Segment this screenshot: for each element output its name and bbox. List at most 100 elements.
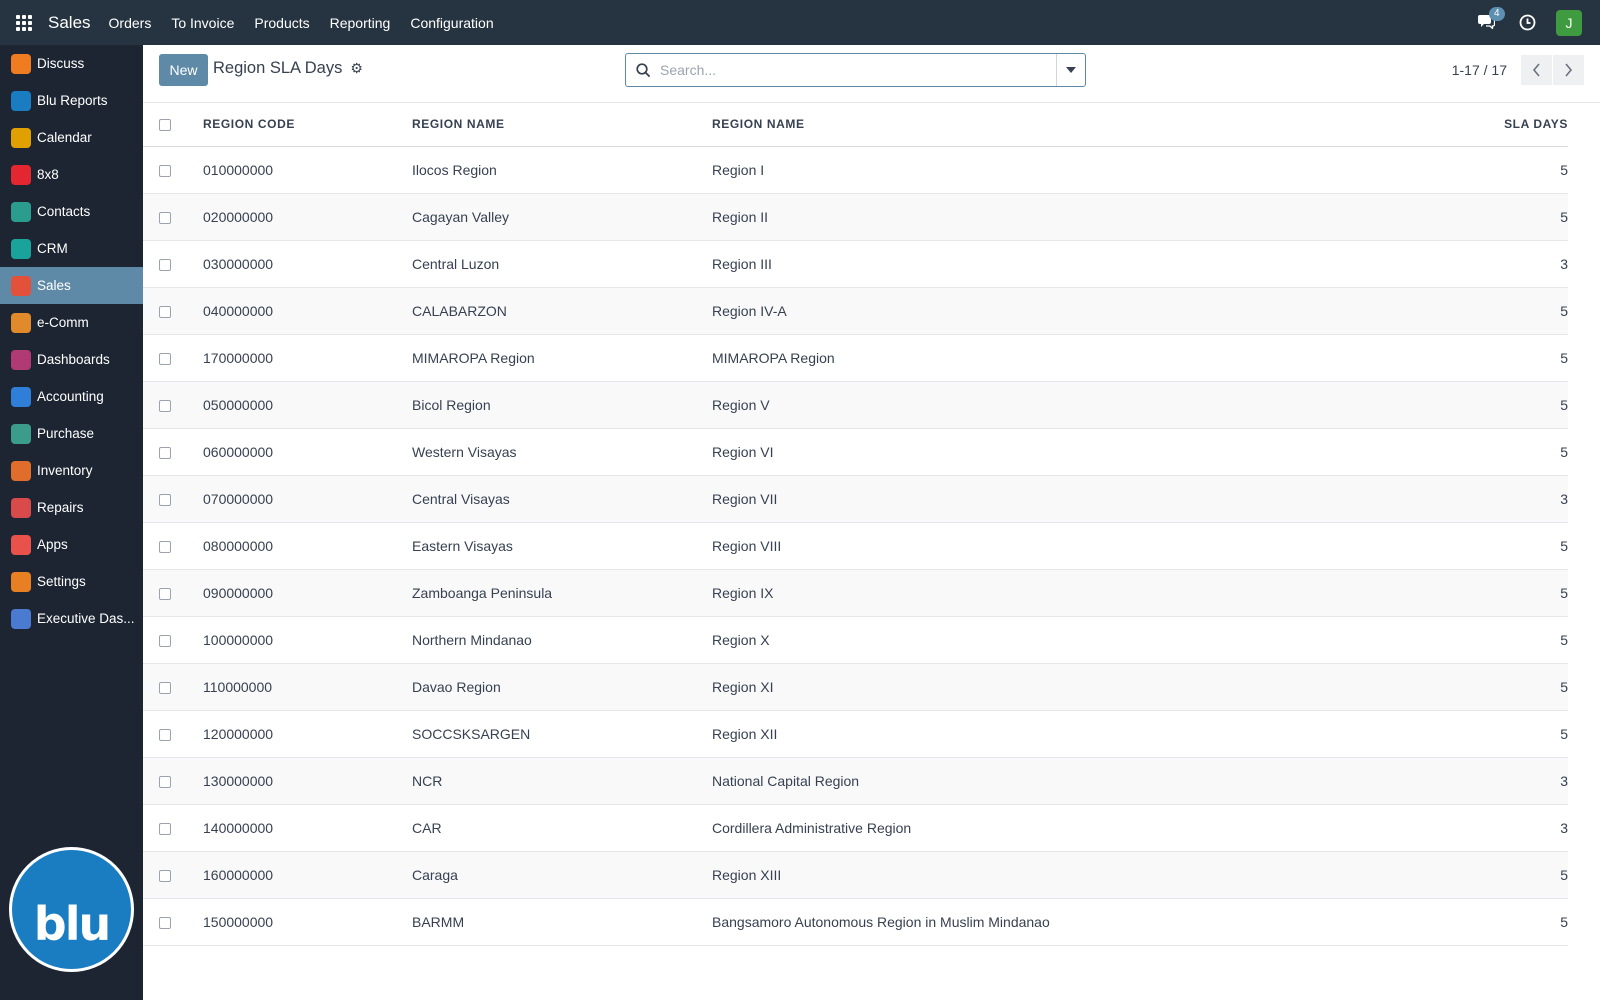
cell-region-code[interactable]: 130000000 — [187, 757, 412, 805]
row-checkbox[interactable] — [159, 399, 171, 412]
cell-region-name-2[interactable]: Region X — [712, 616, 1312, 664]
cell-region-name-2[interactable]: Region XIII — [712, 851, 1312, 899]
row-checkbox[interactable] — [159, 352, 171, 365]
app-menu-button[interactable] — [0, 0, 48, 45]
cell-region-code[interactable]: 010000000 — [187, 146, 412, 194]
cell-region-name-2[interactable]: Region II — [712, 193, 1312, 241]
cell-region-name[interactable]: Bicol Region — [412, 381, 712, 429]
cell-region-name[interactable]: NCR — [412, 757, 712, 805]
row-checkbox[interactable] — [159, 681, 171, 694]
row-checkbox[interactable] — [159, 869, 171, 882]
table-row[interactable]: 170000000 MIMAROPA Region MIMAROPA Region 5 — [143, 334, 1568, 382]
cell-sla-days[interactable]: 5 — [1312, 193, 1568, 241]
cell-region-code[interactable]: 140000000 — [187, 804, 412, 852]
row-checkbox[interactable] — [159, 211, 171, 224]
cell-sla-days[interactable]: 5 — [1312, 381, 1568, 429]
cell-region-code[interactable]: 110000000 — [187, 663, 412, 711]
cell-region-name-2[interactable]: Region VI — [712, 428, 1312, 476]
sidebar-item-crm[interactable]: CRM — [0, 230, 143, 267]
sidebar-item-blu-reports[interactable]: Blu Reports — [0, 82, 143, 119]
cell-region-code[interactable]: 030000000 — [187, 240, 412, 288]
cell-sla-days[interactable]: 5 — [1312, 287, 1568, 335]
table-row[interactable]: 040000000 CALABARZON Region IV-A 5 — [143, 287, 1568, 335]
cell-sla-days[interactable]: 3 — [1312, 240, 1568, 288]
cell-sla-days[interactable]: 5 — [1312, 616, 1568, 664]
cell-region-name[interactable]: Northern Mindanao — [412, 616, 712, 664]
cell-region-name[interactable]: BARMM — [412, 898, 712, 946]
menu-reporting[interactable]: Reporting — [330, 15, 391, 31]
cell-region-code[interactable]: 090000000 — [187, 569, 412, 617]
sidebar-item-inventory[interactable]: Inventory — [0, 452, 143, 489]
pager-value[interactable]: 1-17 / 17 — [1452, 62, 1507, 78]
table-row[interactable]: 120000000 SOCCSKSARGEN Region XII 5 — [143, 710, 1568, 758]
cell-region-name[interactable]: Caraga — [412, 851, 712, 899]
row-checkbox[interactable] — [159, 728, 171, 741]
cell-region-name-2[interactable]: Region VIII — [712, 522, 1312, 570]
cell-sla-days[interactable]: 5 — [1312, 428, 1568, 476]
row-checkbox[interactable] — [159, 446, 171, 459]
cell-region-code[interactable]: 160000000 — [187, 851, 412, 899]
cell-sla-days[interactable]: 5 — [1312, 898, 1568, 946]
app-brand[interactable]: Sales — [48, 13, 91, 33]
cell-region-name[interactable]: CAR — [412, 804, 712, 852]
messages-button[interactable]: 4 — [1477, 6, 1505, 33]
cell-region-name[interactable]: Cagayan Valley — [412, 193, 712, 241]
cell-region-name-2[interactable]: Region VII — [712, 475, 1312, 523]
row-checkbox[interactable] — [159, 822, 171, 835]
search-options-toggle[interactable] — [1056, 54, 1085, 86]
table-row[interactable]: 010000000 Ilocos Region Region I5 — [143, 146, 1568, 194]
cell-region-name-2[interactable]: Region XI — [712, 663, 1312, 711]
cell-sla-days[interactable]: 5 — [1312, 851, 1568, 899]
cell-sla-days[interactable]: 3 — [1312, 804, 1568, 852]
cell-region-code[interactable]: 050000000 — [187, 381, 412, 429]
cell-region-name[interactable]: Western Visayas — [412, 428, 712, 476]
sidebar-item-8x8[interactable]: 8x8 — [0, 156, 143, 193]
pager-previous-button[interactable] — [1521, 55, 1552, 85]
pager-next-button[interactable] — [1553, 55, 1584, 85]
cell-sla-days[interactable]: 5 — [1312, 710, 1568, 758]
table-row[interactable]: 050000000 Bicol Region Region V5 — [143, 381, 1568, 429]
cell-region-code[interactable]: 040000000 — [187, 287, 412, 335]
sidebar-item-repairs[interactable]: Repairs — [0, 489, 143, 526]
row-checkbox[interactable] — [159, 587, 171, 600]
sidebar-item-settings[interactable]: Settings — [0, 563, 143, 600]
row-checkbox[interactable] — [159, 916, 171, 929]
row-checkbox[interactable] — [159, 305, 171, 318]
header-region-code[interactable]: REGION CODE — [187, 103, 412, 147]
menu-orders[interactable]: Orders — [109, 15, 152, 31]
row-checkbox[interactable] — [159, 775, 171, 788]
cell-region-name-2[interactable]: Region I — [712, 146, 1312, 194]
menu-products[interactable]: Products — [254, 15, 309, 31]
cell-sla-days[interactable]: 5 — [1312, 146, 1568, 194]
activity-button[interactable] — [1519, 14, 1536, 31]
cell-region-code[interactable]: 060000000 — [187, 428, 412, 476]
cell-region-name[interactable]: Central Luzon — [412, 240, 712, 288]
sidebar-item-purchase[interactable]: Purchase — [0, 415, 143, 452]
row-checkbox[interactable] — [159, 258, 171, 271]
table-row[interactable]: 060000000 Western Visayas Region VI 5 — [143, 428, 1568, 476]
cell-region-code[interactable]: 120000000 — [187, 710, 412, 758]
cell-region-name-2[interactable]: Region III — [712, 240, 1312, 288]
cell-sla-days[interactable]: 5 — [1312, 663, 1568, 711]
gear-icon[interactable]: ⚙ — [350, 60, 363, 77]
table-row[interactable]: 030000000 Central Luzon Region III 3 — [143, 240, 1568, 288]
cell-region-name[interactable]: Davao Region — [412, 663, 712, 711]
header-sla-days[interactable]: SLA DAYS — [1312, 103, 1568, 147]
cell-region-name[interactable]: CALABARZON — [412, 287, 712, 335]
cell-sla-days[interactable]: 5 — [1312, 569, 1568, 617]
user-avatar[interactable]: J — [1556, 9, 1582, 36]
table-row[interactable]: 160000000 Caraga Region XIII 5 — [143, 851, 1568, 899]
cell-region-name[interactable]: MIMAROPA Region — [412, 334, 712, 382]
sidebar-item-calendar[interactable]: Calendar — [0, 119, 143, 156]
cell-region-name-2[interactable]: Region IX — [712, 569, 1312, 617]
cell-region-name[interactable]: Zamboanga Peninsula — [412, 569, 712, 617]
row-checkbox[interactable] — [159, 493, 171, 506]
table-row[interactable]: 150000000 BARMM Bangsamoro Autonomous Regi… — [143, 898, 1568, 946]
cell-region-code[interactable]: 150000000 — [187, 898, 412, 946]
sidebar-item-sales[interactable]: Sales — [0, 267, 143, 304]
cell-region-name-2[interactable]: National Capital Region — [712, 757, 1312, 805]
table-row[interactable]: 130000000 NCR National Capital Region 3 — [143, 757, 1568, 805]
cell-sla-days[interactable]: 5 — [1312, 334, 1568, 382]
table-row[interactable]: 080000000 Eastern Visayas Region VIII 5 — [143, 522, 1568, 570]
cell-sla-days[interactable]: 5 — [1312, 522, 1568, 570]
